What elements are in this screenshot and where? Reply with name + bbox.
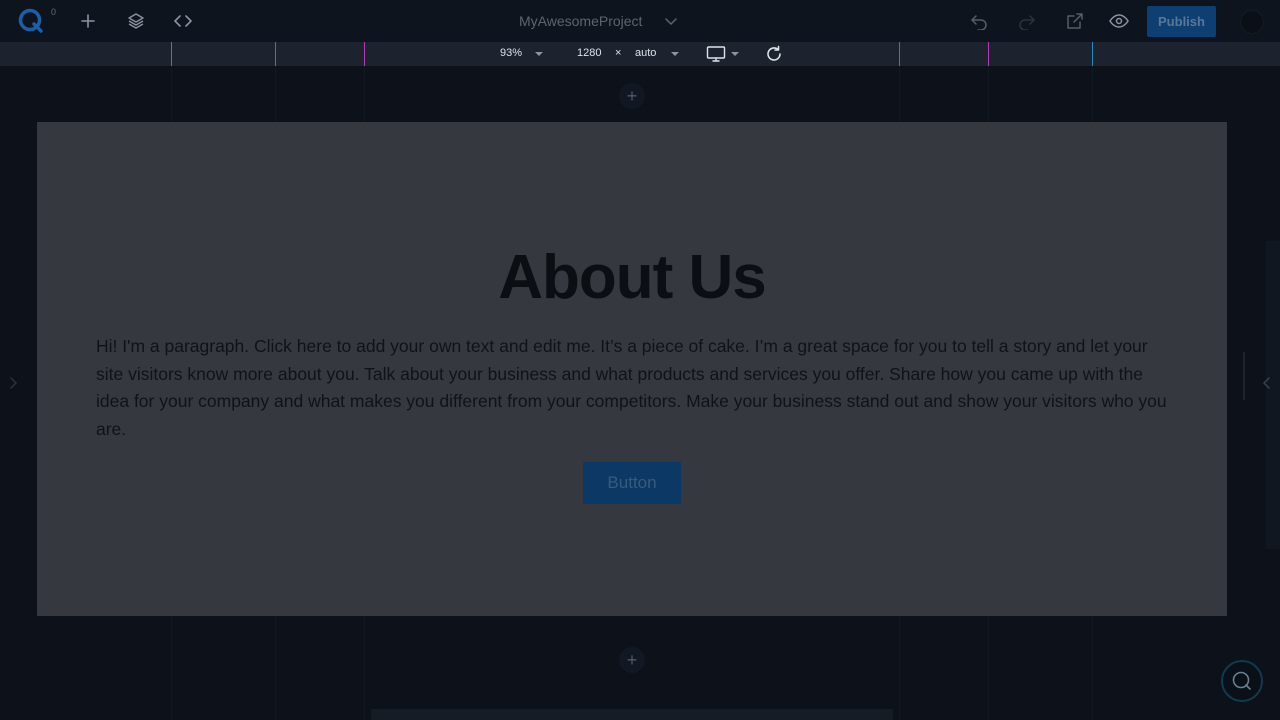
layers-icon[interactable] <box>126 11 146 31</box>
app-logo-icon[interactable] <box>18 8 44 34</box>
zoom-select[interactable]: 93% <box>500 47 522 59</box>
redo-icon[interactable] <box>1017 11 1037 31</box>
page-title[interactable]: About Us <box>37 242 1227 313</box>
next-section-preview <box>371 709 893 720</box>
project-title[interactable]: MyAwesomeProject <box>519 13 642 29</box>
chevron-down-icon[interactable] <box>664 14 678 28</box>
about-paragraph[interactable]: Hi! I'm a paragraph. Click here to add y… <box>96 333 1171 443</box>
preview-eye-icon[interactable] <box>1109 11 1129 31</box>
caret-down-icon[interactable] <box>731 52 739 56</box>
notification-count: 0 <box>51 7 57 17</box>
avatar[interactable] <box>1240 10 1264 34</box>
open-external-icon[interactable] <box>1065 11 1085 31</box>
breakpoint-marker[interactable] <box>171 42 172 66</box>
viewport-width-input[interactable]: 1280 <box>577 47 601 59</box>
breakpoint-marker[interactable] <box>899 42 900 66</box>
about-section[interactable]: About Us Hi! I'm a paragraph. Click here… <box>37 122 1227 616</box>
cta-button[interactable]: Button <box>583 462 681 504</box>
breakpoint-marker[interactable] <box>988 42 989 66</box>
viewport-height-input[interactable]: auto <box>635 47 656 59</box>
top-toolbar: 0 MyAwesomeProject Publish <box>0 0 1280 42</box>
chat-support-button[interactable] <box>1221 660 1263 702</box>
chat-icon <box>1232 671 1251 690</box>
desktop-device-icon[interactable] <box>706 45 726 63</box>
code-icon[interactable] <box>173 11 193 31</box>
viewport-toolbar: 93% 1280 × auto <box>0 42 1280 66</box>
right-panel-toggle[interactable] <box>1256 370 1276 396</box>
resize-handle[interactable] <box>1243 352 1245 400</box>
add-section-button[interactable]: + <box>619 83 645 109</box>
add-section-button[interactable]: + <box>619 647 645 673</box>
refresh-icon[interactable] <box>765 45 783 63</box>
undo-icon[interactable] <box>969 11 989 31</box>
breakpoint-marker[interactable] <box>275 42 276 66</box>
caret-down-icon[interactable] <box>535 52 543 56</box>
left-panel-toggle[interactable] <box>4 370 24 396</box>
add-element-icon[interactable] <box>78 11 98 31</box>
breakpoint-marker[interactable] <box>364 42 365 66</box>
breakpoint-marker[interactable] <box>1092 42 1093 66</box>
publish-button[interactable]: Publish <box>1147 6 1216 37</box>
editor-canvas[interactable]: + About Us Hi! I'm a paragraph. Click he… <box>0 66 1280 720</box>
caret-down-icon[interactable] <box>671 52 679 56</box>
dimension-separator: × <box>615 47 622 59</box>
